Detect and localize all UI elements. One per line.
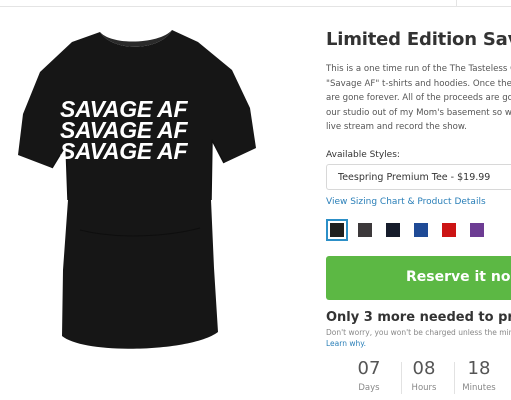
color-chip (442, 223, 456, 237)
description-line: This is a one time run of the The Tastel… (326, 64, 511, 74)
countdown-hours-value: 08 (412, 358, 436, 379)
countdown-minutes: 18 Minutes (454, 358, 504, 393)
color-chip (330, 223, 344, 237)
countdown-hours-label: Hours (411, 383, 437, 393)
print-threshold-message: Only 3 more needed to print! (326, 310, 511, 325)
description-line: live stream and record the show. (326, 122, 467, 133)
countdown-timer: 07 Days 08 Hours 18 Minutes (326, 358, 511, 400)
product-description: This is a one time run of the The Tastel… (326, 62, 511, 135)
countdown-days-label: Days (358, 383, 380, 393)
color-chip (414, 223, 428, 237)
color-swatch-purple[interactable] (466, 219, 488, 241)
color-swatch-red[interactable] (438, 219, 460, 241)
color-swatch-dark-grey[interactable] (354, 219, 376, 241)
color-chip (358, 223, 372, 237)
tshirt-graphic (18, 30, 256, 349)
reserve-button-label: Reserve it now (406, 269, 511, 285)
countdown-hours: 08 Hours (399, 358, 449, 393)
reserve-button[interactable]: Reserve it now (326, 256, 511, 300)
countdown-days: 07 Days (344, 358, 394, 393)
color-swatch-black[interactable] (326, 219, 348, 241)
tshirt-body (18, 30, 256, 349)
style-select[interactable]: Teespring Premium Tee - $19.99 (326, 164, 511, 190)
color-chip (386, 223, 400, 237)
description-line: are gone forever. All of the proceeds ar… (326, 93, 511, 104)
color-swatch-royal-blue[interactable] (410, 219, 432, 241)
description-line: our studio out of my Mom's basement so w… (326, 107, 511, 118)
color-chip (470, 223, 484, 237)
countdown-minutes-value: 18 (467, 358, 491, 379)
style-select-value: Teespring Premium Tee - $19.99 (338, 172, 491, 183)
description-line: "Savage AF" t-shirts and hoodies. Once t… (326, 78, 511, 89)
color-swatch-navy[interactable] (382, 219, 404, 241)
charge-note: Don't worry, you won't be charged unless… (326, 328, 511, 337)
available-styles-label: Available Styles: (326, 150, 400, 160)
shirt-print-line: SAVAGE AF (60, 138, 188, 164)
countdown-days-value: 07 (357, 358, 381, 379)
product-page: SAVAGE AF SAVAGE AF SAVAGE AF Limited Ed… (0, 0, 511, 400)
product-title: Limited Edition Savage (326, 29, 511, 50)
product-image: SAVAGE AF SAVAGE AF SAVAGE AF (0, 20, 280, 360)
shirt-print-text: SAVAGE AF SAVAGE AF SAVAGE AF (60, 98, 210, 164)
learn-why-link[interactable]: Learn why. (326, 339, 366, 348)
product-details: Limited Edition Savage This is a one tim… (326, 0, 511, 400)
sizing-chart-link[interactable]: View Sizing Chart & Product Details (326, 197, 486, 207)
countdown-minutes-label: Minutes (462, 383, 496, 393)
